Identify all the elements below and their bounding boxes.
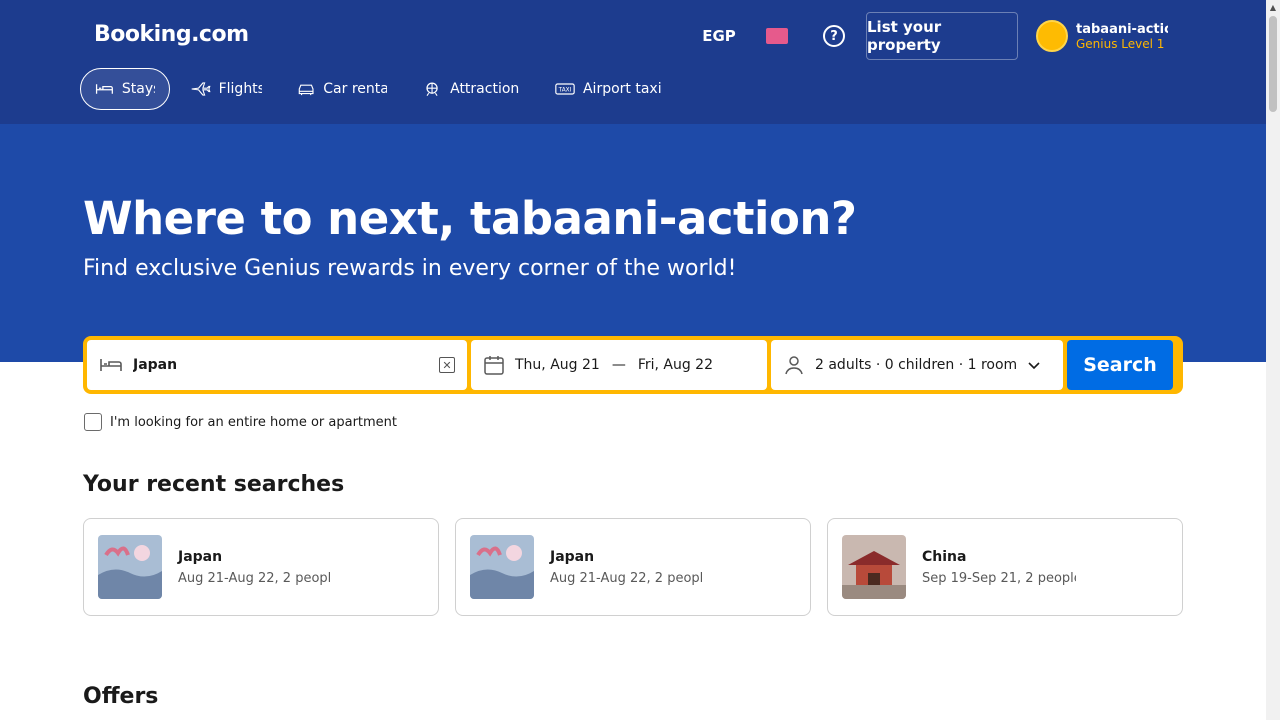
destination-thumbnail — [842, 535, 906, 599]
entire-home-label: I'm looking for an entire home or apartm… — [110, 414, 398, 430]
date-separator: — — [611, 357, 626, 373]
offers-title: Offers — [83, 684, 159, 709]
recent-search-card[interactable]: Japan Aug 21-Aug 22, 2 people — [83, 518, 439, 616]
recent-search-details: Aug 21-Aug 22, 2 people — [178, 570, 332, 586]
destination-input[interactable] — [133, 357, 429, 373]
tab-airport-taxis-label: Airport taxis — [582, 81, 661, 97]
tab-airport-taxis[interactable]: TAXI Airport taxis — [541, 68, 675, 110]
header: Booking.com EGP ? List your property tab… — [0, 0, 1280, 124]
taxi-icon: TAXI — [555, 83, 575, 95]
page-title: Where to next, tabaani-action? — [83, 192, 857, 245]
recent-search-destination: Japan — [550, 548, 595, 565]
scroll-up-icon[interactable]: ▲ — [1266, 0, 1280, 14]
recent-search-destination: Japan — [178, 548, 223, 565]
guests-summary: 2 adults · 0 children · 1 room — [815, 357, 1018, 373]
dates-field[interactable]: Thu, Aug 21 — Fri, Aug 22 — [471, 340, 767, 390]
destination-thumbnail — [98, 535, 162, 599]
help-button[interactable]: ? — [811, 12, 857, 60]
tab-car-rentals[interactable]: Car rentals — [283, 68, 401, 110]
tab-stays-label: Stays — [121, 81, 155, 97]
destination-thumbnail — [470, 535, 534, 599]
recent-search-details: Sep 19-Sep 21, 2 people — [922, 570, 1076, 586]
recent-search-card[interactable]: Japan Aug 21-Aug 22, 2 people — [455, 518, 811, 616]
entire-home-checkbox[interactable] — [84, 413, 102, 431]
account-name: tabaani-action — [1076, 21, 1168, 37]
calendar-icon — [484, 356, 504, 375]
entire-home-option[interactable]: I'm looking for an entire home or apartm… — [84, 413, 397, 431]
genius-level: Genius Level 1 — [1076, 36, 1165, 51]
checkout-date[interactable]: Fri, Aug 22 — [638, 357, 713, 373]
recent-search-card[interactable]: China Sep 19-Sep 21, 2 people — [827, 518, 1183, 616]
language-button[interactable] — [754, 12, 800, 60]
chevron-down-icon — [1028, 362, 1040, 370]
search-bar: ✕ Thu, Aug 21 — Fri, Aug 22 2 adults · 0… — [83, 336, 1183, 394]
tab-car-rentals-label: Car rentals — [323, 81, 387, 97]
clear-icon[interactable]: ✕ — [439, 357, 455, 373]
tab-stays[interactable]: Stays — [80, 68, 170, 110]
person-icon — [785, 356, 803, 375]
checkin-date[interactable]: Thu, Aug 21 — [515, 357, 600, 373]
bed-icon — [100, 359, 122, 371]
list-property-button[interactable]: List your property — [866, 12, 1018, 60]
attractions-icon — [426, 82, 438, 97]
recent-search-destination: China — [922, 548, 967, 565]
help-icon: ? — [823, 25, 845, 47]
tab-attractions-label: Attractions — [450, 81, 520, 97]
scrollbar-thumb[interactable] — [1269, 16, 1277, 112]
svg-text:TAXI: TAXI — [558, 87, 572, 93]
plane-icon — [191, 82, 211, 96]
booking-logo[interactable]: Booking.com — [94, 22, 249, 47]
tab-flights-label: Flights — [218, 81, 262, 97]
bed-icon — [95, 84, 113, 94]
account-menu[interactable]: tabaani-action Genius Level 1 — [1028, 14, 1178, 58]
avatar — [1036, 20, 1068, 52]
scrollbar[interactable]: ▲ — [1266, 0, 1280, 720]
recent-search-details: Aug 21-Aug 22, 2 people — [550, 570, 704, 586]
car-icon — [298, 84, 314, 96]
tab-flights[interactable]: Flights — [176, 68, 276, 110]
guests-field[interactable]: 2 adults · 0 children · 1 room — [771, 340, 1063, 390]
flag-icon — [766, 28, 788, 44]
search-button[interactable]: Search — [1067, 340, 1173, 390]
recent-searches-title: Your recent searches — [83, 472, 345, 497]
recent-searches-list: Japan Aug 21-Aug 22, 2 people Japan Aug … — [83, 518, 1183, 616]
currency-button[interactable]: EGP — [694, 12, 744, 60]
destination-field[interactable]: ✕ — [87, 340, 467, 390]
tab-attractions[interactable]: Attractions — [408, 68, 534, 110]
hero-subtitle: Find exclusive Genius rewards in every c… — [83, 256, 737, 281]
